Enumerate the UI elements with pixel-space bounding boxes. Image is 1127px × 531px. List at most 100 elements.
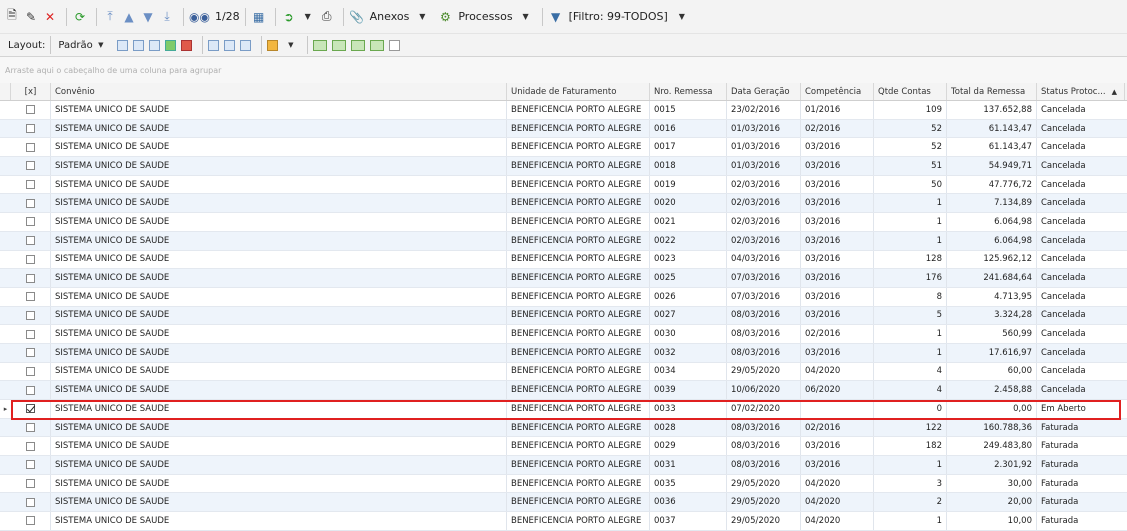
row-checkbox[interactable]: [26, 348, 35, 358]
cell-data-geracao[interactable]: 10/06/2020: [727, 381, 801, 399]
cell-status[interactable]: Cancelada: [1037, 363, 1125, 381]
layout-add-icon[interactable]: [164, 39, 176, 51]
cell-unidade[interactable]: BENEFICENCIA PORTO ALEGRE: [507, 306, 650, 325]
cell-remessa[interactable]: 0033: [650, 400, 727, 418]
cell-competencia[interactable]: 03/2016: [801, 287, 874, 306]
header-check[interactable]: [x]: [11, 83, 51, 100]
cell-competencia[interactable]: 03/2016: [801, 175, 874, 194]
anexos-button[interactable]: Anexos: [370, 10, 410, 23]
cell-remessa[interactable]: 0028: [650, 418, 727, 437]
table-row[interactable]: SISTEMA UNICO DE SAUDE BENEFICENCIA PORTO…: [0, 493, 1127, 513]
cell-convenio[interactable]: SISTEMA UNICO DE SAUDE: [51, 250, 507, 269]
cell-remessa[interactable]: 0016: [650, 119, 727, 138]
cell-total-remessa[interactable]: 6.064,98: [947, 213, 1037, 231]
cell-competencia[interactable]: 06/2020: [801, 381, 874, 399]
cell-total-remessa[interactable]: 54.949,71: [947, 157, 1037, 175]
row-checkbox[interactable]: [26, 423, 35, 433]
cell-convenio[interactable]: SISTEMA UNICO DE SAUDE: [51, 175, 507, 194]
cell-data-geracao[interactable]: 08/03/2016: [727, 437, 801, 456]
cell-qtde-contas[interactable]: 1: [874, 456, 947, 474]
cell-data-geracao[interactable]: 08/03/2016: [727, 306, 801, 325]
cell-competencia[interactable]: 02/2016: [801, 325, 874, 343]
cell-data-geracao[interactable]: 08/03/2016: [727, 343, 801, 362]
cell-qtde-contas[interactable]: 109: [874, 101, 947, 119]
cell-qtde-contas[interactable]: 1: [874, 231, 947, 250]
header-competencia[interactable]: Competência: [801, 83, 874, 100]
cell-total-remessa[interactable]: 60,00: [947, 362, 1037, 381]
row-checkbox[interactable]: [26, 292, 35, 302]
cell-qtde-contas[interactable]: 4: [874, 381, 947, 399]
cell-remessa[interactable]: 0015: [650, 101, 727, 119]
view-mode-3-icon[interactable]: [350, 39, 365, 51]
cell-total-remessa[interactable]: 2.458,88: [947, 381, 1037, 399]
header-qtde-contas[interactable]: Qtde Contas: [874, 83, 947, 100]
cell-status[interactable]: Faturada: [1037, 456, 1125, 474]
refresh-icon[interactable]: ⟳: [72, 8, 88, 26]
cell-convenio[interactable]: SISTEMA UNICO DE SAUDE: [51, 194, 507, 213]
cell-convenio[interactable]: SISTEMA UNICO DE SAUDE: [51, 343, 507, 362]
cell-unidade[interactable]: BENEFICENCIA PORTO ALEGRE: [507, 437, 650, 456]
cell-qtde-contas[interactable]: 182: [874, 437, 947, 456]
cell-total-remessa[interactable]: 125.962,12: [947, 250, 1037, 269]
table-row[interactable]: SISTEMA UNICO DE SAUDE BENEFICENCIA PORTO…: [0, 512, 1127, 531]
new-document-icon[interactable]: 🗎: [4, 8, 20, 26]
header-data-geracao[interactable]: Data Geração: [727, 83, 801, 100]
header-convenio[interactable]: Convênio: [51, 83, 507, 100]
table-row[interactable]: SISTEMA UNICO DE SAUDE BENEFICENCIA PORTO…: [0, 437, 1127, 457]
cell-total-remessa[interactable]: 0,00: [947, 400, 1037, 418]
grid-view-icon[interactable]: ▦: [251, 8, 267, 26]
cell-unidade[interactable]: BENEFICENCIA PORTO ALEGRE: [507, 119, 650, 138]
cell-qtde-contas[interactable]: 51: [874, 157, 947, 175]
cell-total-remessa[interactable]: 3.324,28: [947, 306, 1037, 325]
cell-competencia[interactable]: 02/2016: [801, 119, 874, 138]
cell-remessa[interactable]: 0026: [650, 287, 727, 306]
cell-convenio[interactable]: SISTEMA UNICO DE SAUDE: [51, 418, 507, 437]
chevron-down-icon[interactable]: ▼: [300, 8, 316, 26]
cell-qtde-contas[interactable]: 5: [874, 306, 947, 325]
cell-status[interactable]: Cancelada: [1037, 325, 1125, 343]
cell-remessa[interactable]: 0020: [650, 194, 727, 213]
header-remessa[interactable]: Nro. Remessa: [650, 83, 727, 100]
cell-remessa[interactable]: 0021: [650, 213, 727, 231]
table-row[interactable]: SISTEMA UNICO DE SAUDE BENEFICENCIA PORTO…: [0, 287, 1127, 307]
table-row[interactable]: SISTEMA UNICO DE SAUDE BENEFICENCIA PORTO…: [0, 343, 1127, 363]
cell-competencia[interactable]: [801, 400, 874, 418]
cell-data-geracao[interactable]: 01/03/2016: [727, 138, 801, 157]
row-checkbox[interactable]: [26, 198, 35, 208]
cell-total-remessa[interactable]: 4.713,95: [947, 287, 1037, 306]
cell-status[interactable]: Faturada: [1037, 437, 1125, 455]
row-checkbox[interactable]: [26, 404, 35, 414]
cell-convenio[interactable]: SISTEMA UNICO DE SAUDE: [51, 512, 507, 530]
table-row[interactable]: SISTEMA UNICO DE SAUDE BENEFICENCIA PORTO…: [0, 456, 1127, 475]
cell-unidade[interactable]: BENEFICENCIA PORTO ALEGRE: [507, 493, 650, 512]
chevron-down-icon[interactable]: ▼: [674, 8, 690, 26]
row-checkbox[interactable]: [26, 105, 35, 115]
next-record-icon[interactable]: ▼: [140, 8, 156, 26]
layout-columns-icon[interactable]: [148, 39, 160, 51]
cell-remessa[interactable]: 0019: [650, 175, 727, 194]
last-record-icon[interactable]: ⤓: [159, 8, 175, 26]
cell-competencia[interactable]: 03/2016: [801, 250, 874, 269]
cell-total-remessa[interactable]: 249.483,80: [947, 437, 1037, 456]
cell-remessa[interactable]: 0039: [650, 381, 727, 399]
row-checkbox[interactable]: [26, 310, 35, 320]
layout-delete-icon[interactable]: [180, 39, 192, 51]
row-checkbox[interactable]: [26, 497, 35, 507]
first-record-icon[interactable]: ⤒: [102, 8, 118, 26]
view-mode-4-icon[interactable]: [369, 39, 384, 51]
cell-qtde-contas[interactable]: 128: [874, 250, 947, 269]
cell-remessa[interactable]: 0035: [650, 474, 727, 493]
cell-remessa[interactable]: 0018: [650, 157, 727, 175]
cell-competencia[interactable]: 03/2016: [801, 437, 874, 456]
cell-convenio[interactable]: SISTEMA UNICO DE SAUDE: [51, 381, 507, 399]
cell-data-geracao[interactable]: 08/03/2016: [727, 418, 801, 437]
cell-status[interactable]: Cancelada: [1037, 101, 1125, 119]
table-row[interactable]: SISTEMA UNICO DE SAUDE BENEFICENCIA PORTO…: [0, 231, 1127, 251]
cell-data-geracao[interactable]: 23/02/2016: [727, 101, 801, 119]
view-mode-2-icon[interactable]: [331, 39, 346, 51]
cell-qtde-contas[interactable]: 3: [874, 474, 947, 493]
cell-qtde-contas[interactable]: 0: [874, 400, 947, 418]
cell-competencia[interactable]: 03/2016: [801, 269, 874, 287]
cell-qtde-contas[interactable]: 1: [874, 213, 947, 231]
table-row[interactable]: SISTEMA UNICO DE SAUDE BENEFICENCIA PORTO…: [0, 175, 1127, 195]
